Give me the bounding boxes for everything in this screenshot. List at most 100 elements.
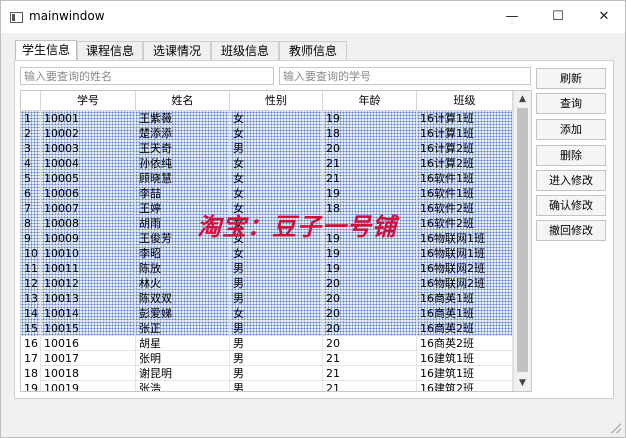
cell-age[interactable]: 21 bbox=[323, 381, 417, 391]
table-row[interactable]: 17 10017 张明男 21 16建筑1班 bbox=[21, 351, 513, 366]
cell-gender[interactable]: 男 bbox=[230, 381, 323, 391]
cell-class[interactable]: 16商英1班 bbox=[417, 306, 513, 321]
cell-class[interactable]: 16商英1班 bbox=[417, 291, 513, 306]
cell-gender[interactable]: 男 bbox=[230, 276, 323, 291]
cell-name[interactable]: 张浩 bbox=[136, 381, 230, 391]
cell-age[interactable]: 19 bbox=[323, 246, 417, 261]
cell-age[interactable]: 20 bbox=[323, 336, 417, 351]
table-row[interactable]: 14 10014 彭爱娣女 20 16商英1班 bbox=[21, 306, 513, 321]
cell-id[interactable]: 10001 bbox=[41, 111, 136, 126]
cell-name[interactable]: 张正 bbox=[136, 321, 230, 336]
scroll-down-arrow-icon[interactable]: ▼ bbox=[514, 375, 531, 391]
scrollbar-thumb[interactable] bbox=[517, 108, 528, 372]
cell-id[interactable]: 10009 bbox=[41, 231, 136, 246]
cell-id[interactable]: 10012 bbox=[41, 276, 136, 291]
cell-class[interactable]: 16软件2班 bbox=[417, 201, 513, 216]
tab-class-info[interactable]: 班级信息 bbox=[211, 41, 279, 60]
column-header-class[interactable]: 班级 bbox=[417, 91, 513, 110]
cell-class[interactable]: 16计算1班 bbox=[417, 126, 513, 141]
row-number[interactable]: 14 bbox=[21, 306, 41, 321]
cell-name[interactable]: 王紫薇 bbox=[136, 111, 230, 126]
tab-course-info[interactable]: 课程信息 bbox=[77, 41, 143, 60]
row-number[interactable]: 17 bbox=[21, 351, 41, 366]
cell-id[interactable]: 10018 bbox=[41, 366, 136, 381]
table-row[interactable]: 15 10015 张正男 20 16商英2班 bbox=[21, 321, 513, 336]
cell-name[interactable]: 孙依纯 bbox=[136, 156, 230, 171]
cell-gender[interactable]: 男 bbox=[230, 336, 323, 351]
cell-gender[interactable]: 女 bbox=[230, 246, 323, 261]
cell-gender[interactable]: 男 bbox=[230, 321, 323, 336]
table-row[interactable]: 1 10001 王紫薇女 19 16计算1班 bbox=[21, 111, 513, 126]
row-number[interactable]: 11 bbox=[21, 261, 41, 276]
table-row[interactable]: 18 10018 谢昆明男 21 16建筑1班 bbox=[21, 366, 513, 381]
cell-id[interactable]: 10011 bbox=[41, 261, 136, 276]
tab-student-info[interactable]: 学生信息 bbox=[15, 40, 77, 61]
cell-name[interactable]: 王天奇 bbox=[136, 141, 230, 156]
cell-id[interactable]: 10005 bbox=[41, 171, 136, 186]
table-row[interactable]: 12 10012 林火男 20 16物联网2班 bbox=[21, 276, 513, 291]
cell-class[interactable]: 16建筑1班 bbox=[417, 366, 513, 381]
tab-teacher-info[interactable]: 教师信息 bbox=[279, 41, 347, 60]
delete-button[interactable]: 删除 bbox=[536, 145, 606, 166]
cell-age[interactable]: 20 bbox=[323, 321, 417, 336]
cell-id[interactable]: 10008 bbox=[41, 216, 136, 231]
cell-class[interactable]: 16商英2班 bbox=[417, 321, 513, 336]
cell-class[interactable]: 16建筑2班 bbox=[417, 381, 513, 391]
row-number[interactable]: 1 bbox=[21, 111, 41, 126]
column-header-age[interactable]: 年龄 bbox=[323, 91, 417, 110]
table-row[interactable]: 16 10016 胡星男 20 16商英2班 bbox=[21, 336, 513, 351]
cell-name[interactable]: 陈双双 bbox=[136, 291, 230, 306]
cell-id[interactable]: 10004 bbox=[41, 156, 136, 171]
cell-id[interactable]: 10016 bbox=[41, 336, 136, 351]
table-row[interactable]: 11 10011 陈放男 19 16物联网2班 bbox=[21, 261, 513, 276]
row-number[interactable]: 4 bbox=[21, 156, 41, 171]
vertical-scrollbar[interactable]: ▲ ▼ bbox=[513, 91, 531, 391]
cell-class[interactable]: 16计算2班 bbox=[417, 141, 513, 156]
row-number[interactable]: 16 bbox=[21, 336, 41, 351]
cell-gender[interactable]: 女 bbox=[230, 126, 323, 141]
cell-name[interactable]: 陈放 bbox=[136, 261, 230, 276]
cell-age[interactable]: 21 bbox=[323, 156, 417, 171]
cell-class[interactable]: 16建筑1班 bbox=[417, 351, 513, 366]
row-number[interactable]: 3 bbox=[21, 141, 41, 156]
cell-name[interactable]: 李喆 bbox=[136, 186, 230, 201]
row-number[interactable]: 9 bbox=[21, 231, 41, 246]
cell-gender[interactable]: 女 bbox=[230, 186, 323, 201]
cell-class[interactable]: 16软件2班 bbox=[417, 216, 513, 231]
scroll-up-arrow-icon[interactable]: ▲ bbox=[514, 91, 531, 107]
cell-age[interactable]: 21 bbox=[323, 171, 417, 186]
table-row[interactable]: 10 10010 李昭女 19 16物联网1班 bbox=[21, 246, 513, 261]
cell-class[interactable]: 16物联网1班 bbox=[417, 246, 513, 261]
cell-id[interactable]: 10013 bbox=[41, 291, 136, 306]
column-header-name[interactable]: 姓名 bbox=[136, 91, 230, 110]
cell-class[interactable]: 16物联网1班 bbox=[417, 231, 513, 246]
cell-id[interactable]: 10019 bbox=[41, 381, 136, 391]
cell-class[interactable]: 16商英2班 bbox=[417, 336, 513, 351]
cell-class[interactable]: 16计算1班 bbox=[417, 111, 513, 126]
refresh-button[interactable]: 刷新 bbox=[536, 68, 606, 89]
row-number[interactable]: 15 bbox=[21, 321, 41, 336]
cell-age[interactable]: 20 bbox=[323, 291, 417, 306]
row-number[interactable]: 2 bbox=[21, 126, 41, 141]
cell-gender[interactable]: 女 bbox=[230, 156, 323, 171]
cell-name[interactable]: 顾晓慧 bbox=[136, 171, 230, 186]
cell-name[interactable]: 谢昆明 bbox=[136, 366, 230, 381]
table-row[interactable]: 4 10004 孙依纯女 21 16计算2班 bbox=[21, 156, 513, 171]
cell-gender[interactable]: 男 bbox=[230, 141, 323, 156]
cell-id[interactable]: 10017 bbox=[41, 351, 136, 366]
cell-age[interactable]: 18 bbox=[323, 126, 417, 141]
column-header-gender[interactable]: 性别 bbox=[230, 91, 323, 110]
cell-gender[interactable]: 男 bbox=[230, 261, 323, 276]
cell-age[interactable]: 19 bbox=[323, 111, 417, 126]
table-row[interactable]: 5 10005 顾晓慧女 21 16软件1班 bbox=[21, 171, 513, 186]
table-row[interactable]: 6 10006 李喆女 19 16软件1班 bbox=[21, 186, 513, 201]
cell-class[interactable]: 16软件1班 bbox=[417, 171, 513, 186]
maximize-button[interactable]: ☐ bbox=[535, 1, 581, 33]
cell-age[interactable]: 20 bbox=[323, 276, 417, 291]
cell-id[interactable]: 10002 bbox=[41, 126, 136, 141]
minimize-button[interactable]: — bbox=[489, 1, 535, 33]
row-number[interactable]: 19 bbox=[21, 381, 41, 391]
cell-gender[interactable]: 女 bbox=[230, 171, 323, 186]
cell-gender[interactable]: 女 bbox=[230, 111, 323, 126]
cell-name[interactable]: 张明 bbox=[136, 351, 230, 366]
